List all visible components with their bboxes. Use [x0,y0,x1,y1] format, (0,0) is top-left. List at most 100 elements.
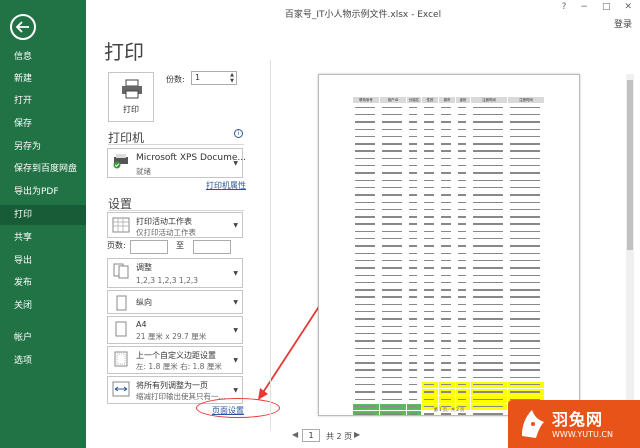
margins-dropdown[interactable]: 上一个自定义边距设置 左: 1.8 厘米 右: 1.8 厘米 ▼ [107,346,243,374]
preview-cell [471,308,507,316]
preview-cell [407,199,421,206]
minimize-button[interactable]: − [580,2,588,12]
printer-properties-link[interactable]: 打印机属性 [206,180,246,191]
preview-cell [422,221,438,228]
print-what-dropdown[interactable]: 打印活动工作表 仅打印活动工作表 ▼ [107,212,243,238]
sidebar-item-save-as[interactable]: 另存为 [0,137,86,157]
pages-to-input[interactable] [193,240,231,254]
sidebar-item-save-baidu[interactable]: 保存到百度网盘 [0,159,86,179]
copies-input[interactable]: 1 ▲ ▼ [191,71,237,85]
preview-cell [439,206,455,213]
prev-page-button[interactable]: ◀ [292,430,298,439]
preview-cell [471,140,507,148]
preview-cell [508,257,544,264]
preview-cell [471,243,507,250]
preview-cell [422,133,438,140]
preview-cell [380,257,406,264]
scrollbar-thumb[interactable] [627,80,633,250]
sidebar-item-print[interactable]: 打印 [0,205,86,225]
preview-cell [407,155,421,162]
sidebar-item-close[interactable]: 关闭 [0,296,86,316]
preview-cell [422,170,438,177]
printer-name: Microsoft XPS Docume... [136,153,246,163]
preview-cell [380,308,406,316]
preview-cell [456,367,470,374]
sidebar-item-account[interactable]: 帐户 [0,328,86,348]
sidebar-item-export[interactable]: 导出 [0,251,86,271]
preview-cell [508,221,544,228]
pages-from-input[interactable] [130,240,168,254]
preview-cell [471,294,507,301]
printer-dropdown[interactable]: Microsoft XPS Docume... 就绪 ▼ [107,148,246,178]
preview-cell [471,177,507,184]
sidebar-item-new[interactable]: 新建 [0,69,86,89]
preview-cell [456,359,470,367]
preview-cell [353,264,379,272]
preview-cell [456,191,470,199]
copies-value: 1 [195,73,201,82]
preview-cell [471,352,507,359]
sidebar-item-export-pdf[interactable]: 导出为PDF [0,182,86,202]
sidebar-item-open[interactable]: 打开 [0,91,86,111]
preview-cell [407,140,421,148]
print-button-label: 打印 [123,105,139,114]
preview-cell [471,104,507,111]
info-icon[interactable]: i [234,129,243,138]
preview-cell [380,133,406,140]
preview-cell [422,389,438,396]
next-page-button[interactable]: ▶ [354,430,360,439]
preview-cell [471,272,507,279]
sidebar-item-publish[interactable]: 发布 [0,273,86,293]
maximize-button[interactable]: □ [602,2,611,12]
preview-cell [471,337,507,345]
preview-cell [353,206,379,213]
preview-cell [422,148,438,155]
login-link[interactable]: 登录 [614,17,632,30]
preview-cell [471,345,507,352]
orientation-dropdown[interactable]: 纵向 ▼ [107,290,243,314]
help-button[interactable]: ? [562,2,567,12]
preview-cell [422,257,438,264]
preview-cell [407,221,421,228]
margins-sub: 左: 1.8 厘米 右: 1.8 厘米 [136,362,222,371]
preview-cell [380,286,406,294]
preview-cell [456,148,470,155]
preview-cell [353,301,379,308]
print-button[interactable]: 打印 [108,72,154,122]
close-button[interactable]: ✕ [624,2,632,12]
preview-cell [407,323,421,330]
preview-cell [508,118,544,126]
preview-cell [508,177,544,184]
sidebar-item-options[interactable]: 选项 [0,351,86,371]
scaling-main: 将所有列调整为一页 [136,381,208,390]
preview-cell [439,228,455,235]
sidebar-item-info[interactable]: 信息 [0,47,86,67]
collate-dropdown[interactable]: 调整 1,2,3 1,2,3 1,2,3 ▼ [107,258,243,288]
preview-cell [422,191,438,199]
preview-cell [471,155,507,162]
sidebar-item-share[interactable]: 共享 [0,228,86,248]
preview-cell [407,286,421,294]
back-button[interactable] [10,14,36,40]
preview-cell [422,140,438,148]
preview-cell [508,155,544,162]
collate-icon [113,263,129,279]
preview-cell [508,228,544,235]
page-number-input[interactable]: 1 [302,429,320,442]
sidebar-item-save[interactable]: 保存 [0,114,86,134]
preview-cell [508,316,544,323]
preview-cell [456,279,470,286]
preview-scrollbar[interactable] [626,74,634,416]
preview-cell [353,250,379,257]
paper-size-dropdown[interactable]: A4 21 厘米 x 29.7 厘米 ▼ [107,316,243,344]
copies-spinner[interactable]: ▲ ▼ [230,72,234,84]
preview-cell [380,155,406,162]
preview-cell [456,133,470,140]
preview-cell [380,111,406,118]
preview-cell [456,184,470,191]
preview-cell [407,337,421,345]
preview-cell [471,396,507,403]
preview-cell [422,279,438,286]
preview-cell [353,126,379,133]
preview-cell [353,294,379,301]
